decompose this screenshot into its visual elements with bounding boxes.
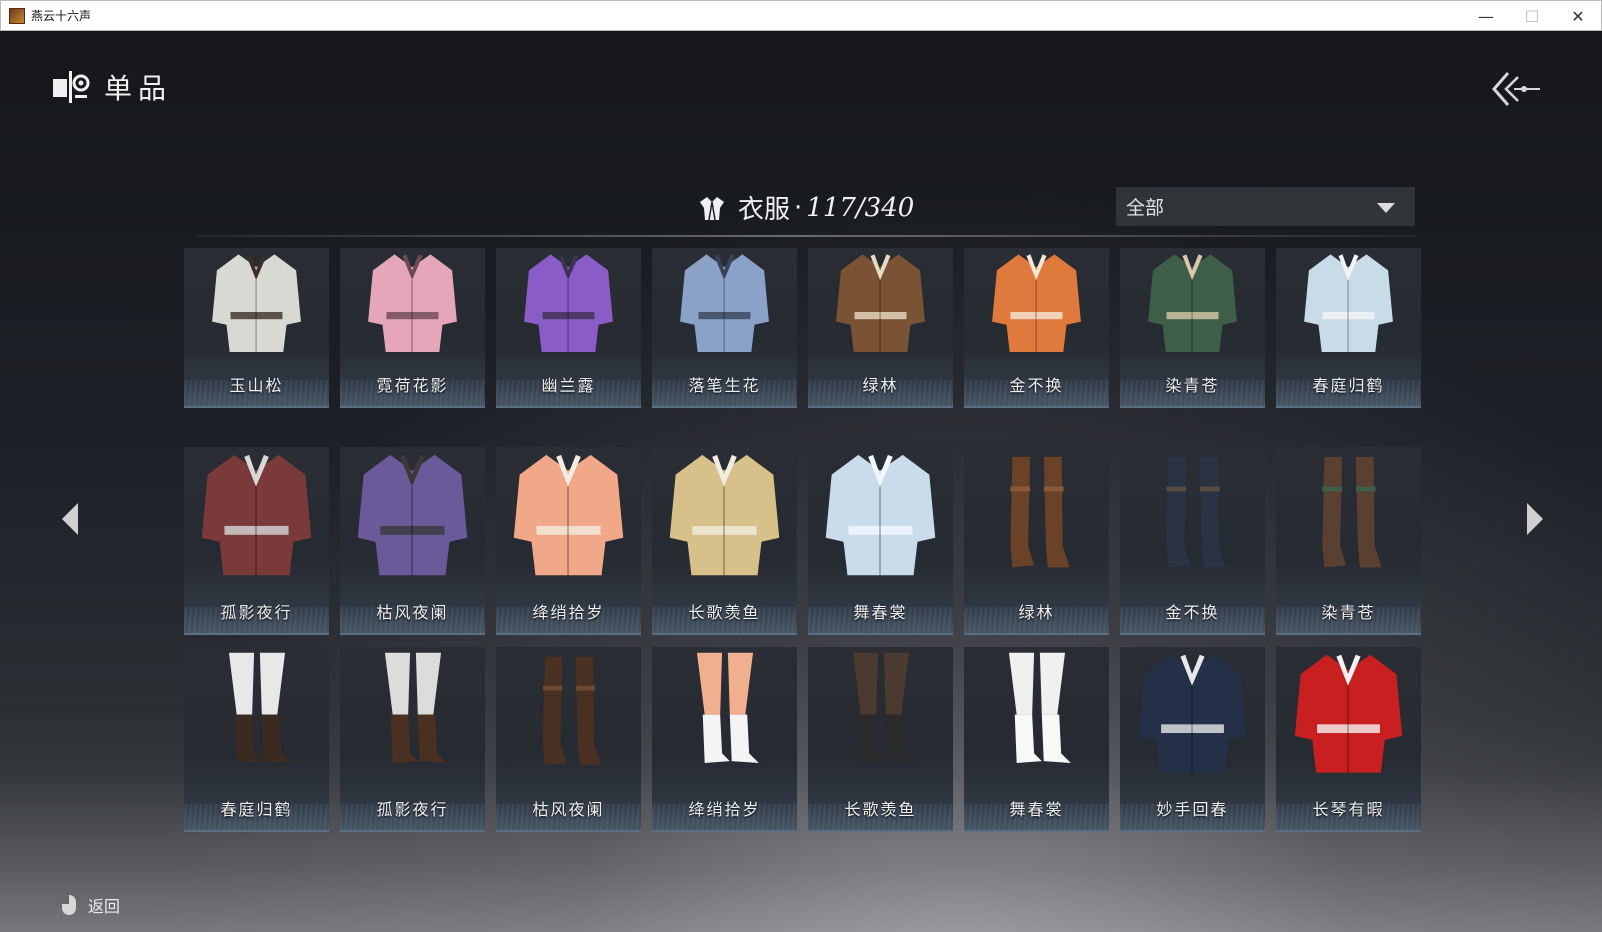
top-illustration (680, 254, 769, 352)
pants-illustration (228, 652, 291, 763)
header-divider (196, 235, 1416, 237)
pants-illustration (696, 652, 759, 763)
item-card[interactable]: 妙手回春 (1120, 647, 1265, 832)
item-name: 孤影夜行 (220, 603, 293, 622)
item-card[interactable]: 长歌羡鱼 (808, 647, 953, 832)
item-name: 染青苍 (1165, 376, 1220, 395)
category-separator: · (794, 192, 803, 223)
item-card[interactable]: 绿林 (964, 447, 1109, 635)
item-card[interactable]: 长琴有暇 (1276, 647, 1421, 832)
item-name: 长歌羡鱼 (844, 800, 917, 819)
item-name: 孤影夜行 (376, 800, 449, 819)
top-illustration (992, 254, 1081, 352)
pants-illustration (1008, 652, 1071, 763)
double-chevron-back-icon[interactable] (1490, 69, 1542, 109)
top-illustration (1138, 654, 1247, 773)
top-illustration (836, 254, 925, 352)
item-card[interactable]: 舞春裳 (808, 447, 953, 635)
item-name: 幽兰露 (541, 376, 596, 395)
item-name: 绛绡拾岁 (532, 603, 605, 622)
window-title: 燕云十六声 (31, 9, 92, 23)
robe-icon (700, 196, 724, 220)
top-illustration (201, 454, 312, 576)
item-card[interactable]: 枯风夜阑 (496, 647, 641, 832)
top-illustration (669, 454, 780, 576)
pants-illustration (384, 652, 447, 763)
arrow-left-icon[interactable] (60, 501, 80, 537)
item-card[interactable]: 幽兰露 (496, 248, 641, 408)
window-titlebar: 燕云十六声 — ☐ ✕ (0, 0, 1602, 31)
maximize-button[interactable]: ☐ (1509, 1, 1555, 31)
item-name: 舞春裳 (853, 603, 908, 622)
item-card[interactable]: 染青苍 (1276, 447, 1421, 635)
item-card[interactable]: 霓荷花影 (340, 248, 485, 408)
item-card[interactable]: 枯风夜阑 (340, 447, 485, 635)
item-card[interactable]: 绛绡拾岁 (496, 447, 641, 635)
item-name: 枯风夜阑 (532, 800, 605, 819)
item-card[interactable]: 孤影夜行 (184, 447, 329, 635)
top-illustration (1148, 254, 1237, 352)
item-name: 绿林 (1018, 603, 1055, 622)
top-illustration (1304, 254, 1393, 352)
caret-down-icon (1377, 203, 1395, 213)
top-illustration (1294, 654, 1403, 773)
item-card[interactable]: 春庭归鹤 (184, 647, 329, 832)
item-card[interactable]: 春庭归鹤 (1276, 248, 1421, 408)
item-card[interactable]: 金不换 (964, 248, 1109, 408)
item-card[interactable]: 染青苍 (1120, 248, 1265, 408)
item-name: 长歌羡鱼 (688, 603, 761, 622)
item-card[interactable]: 舞春裳 (964, 647, 1109, 832)
item-card[interactable]: 长歌羡鱼 (652, 447, 797, 635)
boots-illustration (542, 656, 601, 765)
top-illustration (368, 254, 457, 352)
game-viewport: 单品 衣服 · 117/340 全部 玉山松 霓荷花影 幽兰露 落笔生花 绿林 金不换 染青… (0, 31, 1602, 932)
mouse-icon (62, 895, 76, 915)
category-header: 衣服 · 117/340 (698, 189, 914, 226)
item-name: 霓荷花影 (376, 376, 449, 395)
item-name: 长琴有暇 (1312, 800, 1385, 819)
item-name: 绿林 (862, 376, 899, 395)
item-card[interactable]: 金不换 (1120, 447, 1265, 635)
item-name: 染青苍 (1321, 603, 1376, 622)
top-illustration (524, 254, 613, 352)
boots-illustration (1166, 456, 1226, 568)
back-hint[interactable]: 返回 (62, 893, 120, 917)
filter-selected: 全部 (1126, 197, 1165, 219)
item-name: 落笔生花 (688, 376, 761, 395)
pants-illustration (852, 652, 915, 763)
filter-dropdown[interactable]: 全部 (1116, 187, 1415, 226)
item-card[interactable]: 孤影夜行 (340, 647, 485, 832)
item-name: 枯风夜阑 (376, 603, 449, 622)
top-illustration (357, 454, 468, 576)
page-header: 单品 (50, 67, 172, 107)
item-name: 金不换 (1009, 376, 1064, 395)
back-label: 返回 (88, 897, 121, 916)
top-illustration (825, 454, 936, 576)
wardrobe-icon (53, 71, 90, 103)
item-name: 玉山松 (229, 376, 284, 395)
boots-illustration (1010, 456, 1070, 568)
item-card[interactable]: 玉山松 (184, 248, 329, 408)
window-controls: — ☐ ✕ (1463, 1, 1601, 31)
minimize-button[interactable]: — (1463, 1, 1509, 31)
arrow-right-icon[interactable] (1525, 501, 1545, 537)
boots-illustration (1322, 456, 1382, 568)
item-name: 春庭归鹤 (1312, 376, 1385, 395)
top-illustration (212, 254, 301, 352)
category-label: 衣服 (738, 195, 791, 225)
item-card[interactable]: 绛绡拾岁 (652, 647, 797, 832)
app-icon (9, 7, 25, 24)
top-illustration (513, 454, 624, 576)
item-name: 舞春裳 (1009, 800, 1064, 819)
item-name: 金不换 (1165, 603, 1220, 622)
page-title: 单品 (104, 72, 173, 105)
collection-count: 117/340 (806, 192, 915, 223)
item-card[interactable]: 落笔生花 (652, 248, 797, 408)
item-name: 绛绡拾岁 (688, 800, 761, 819)
item-name: 妙手回春 (1156, 800, 1229, 819)
close-button[interactable]: ✕ (1555, 1, 1601, 31)
item-name: 春庭归鹤 (220, 800, 293, 819)
item-card[interactable]: 绿林 (808, 248, 953, 408)
